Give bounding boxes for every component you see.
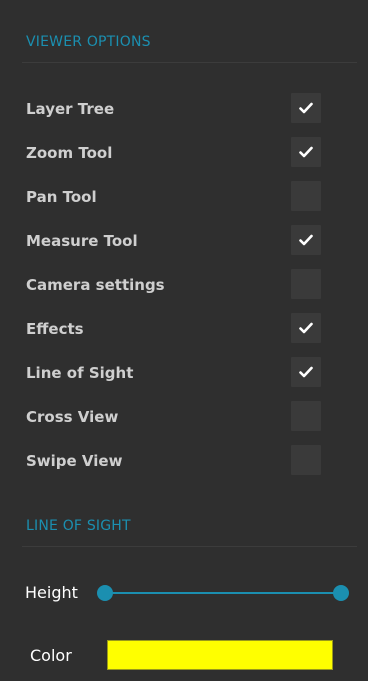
height-range-slider[interactable] (97, 584, 349, 602)
option-checkbox[interactable] (291, 137, 321, 167)
option-row: Layer Tree (0, 93, 368, 125)
checkmark-icon (291, 137, 321, 167)
slider-handle-min[interactable] (97, 585, 113, 601)
slider-handle-max[interactable] (333, 585, 349, 601)
option-row: Line of Sight (0, 357, 368, 389)
option-row: Zoom Tool (0, 137, 368, 169)
option-row: Pan Tool (0, 181, 368, 213)
option-checkbox[interactable] (291, 313, 321, 343)
option-label: Line of Sight (26, 364, 134, 382)
color-label: Color (30, 646, 72, 665)
option-row: Camera settings (0, 269, 368, 301)
option-checkbox[interactable] (291, 225, 321, 255)
checkmark-icon (291, 313, 321, 343)
viewer-options-panel: VIEWER OPTIONS Layer Tree Zoom Tool Pan To… (0, 0, 368, 681)
option-label: Zoom Tool (26, 144, 113, 162)
checkmark-icon (291, 357, 321, 387)
viewer-options-heading: VIEWER OPTIONS (26, 34, 151, 50)
option-checkbox[interactable] (291, 269, 321, 299)
option-checkbox[interactable] (291, 93, 321, 123)
option-row: Cross View (0, 401, 368, 433)
option-label: Camera settings (26, 276, 165, 294)
checkmark-icon (291, 93, 321, 123)
slider-track (105, 592, 341, 594)
line-of-sight-heading: LINE OF SIGHT (26, 518, 131, 534)
option-row: Swipe View (0, 445, 368, 477)
color-picker-swatch[interactable] (107, 640, 333, 670)
option-label: Swipe View (26, 452, 123, 470)
option-label: Layer Tree (26, 100, 115, 118)
option-label: Measure Tool (26, 232, 138, 250)
option-checkbox[interactable] (291, 445, 321, 475)
height-label: Height (25, 583, 78, 602)
option-label: Cross View (26, 408, 119, 426)
option-checkbox[interactable] (291, 357, 321, 387)
option-label: Effects (26, 320, 84, 338)
checkmark-icon (291, 225, 321, 255)
option-row: Effects (0, 313, 368, 345)
option-checkbox[interactable] (291, 401, 321, 431)
option-row: Measure Tool (0, 225, 368, 257)
option-label: Pan Tool (26, 188, 97, 206)
section-divider (22, 62, 357, 63)
option-checkbox[interactable] (291, 181, 321, 211)
section-divider (22, 546, 357, 547)
